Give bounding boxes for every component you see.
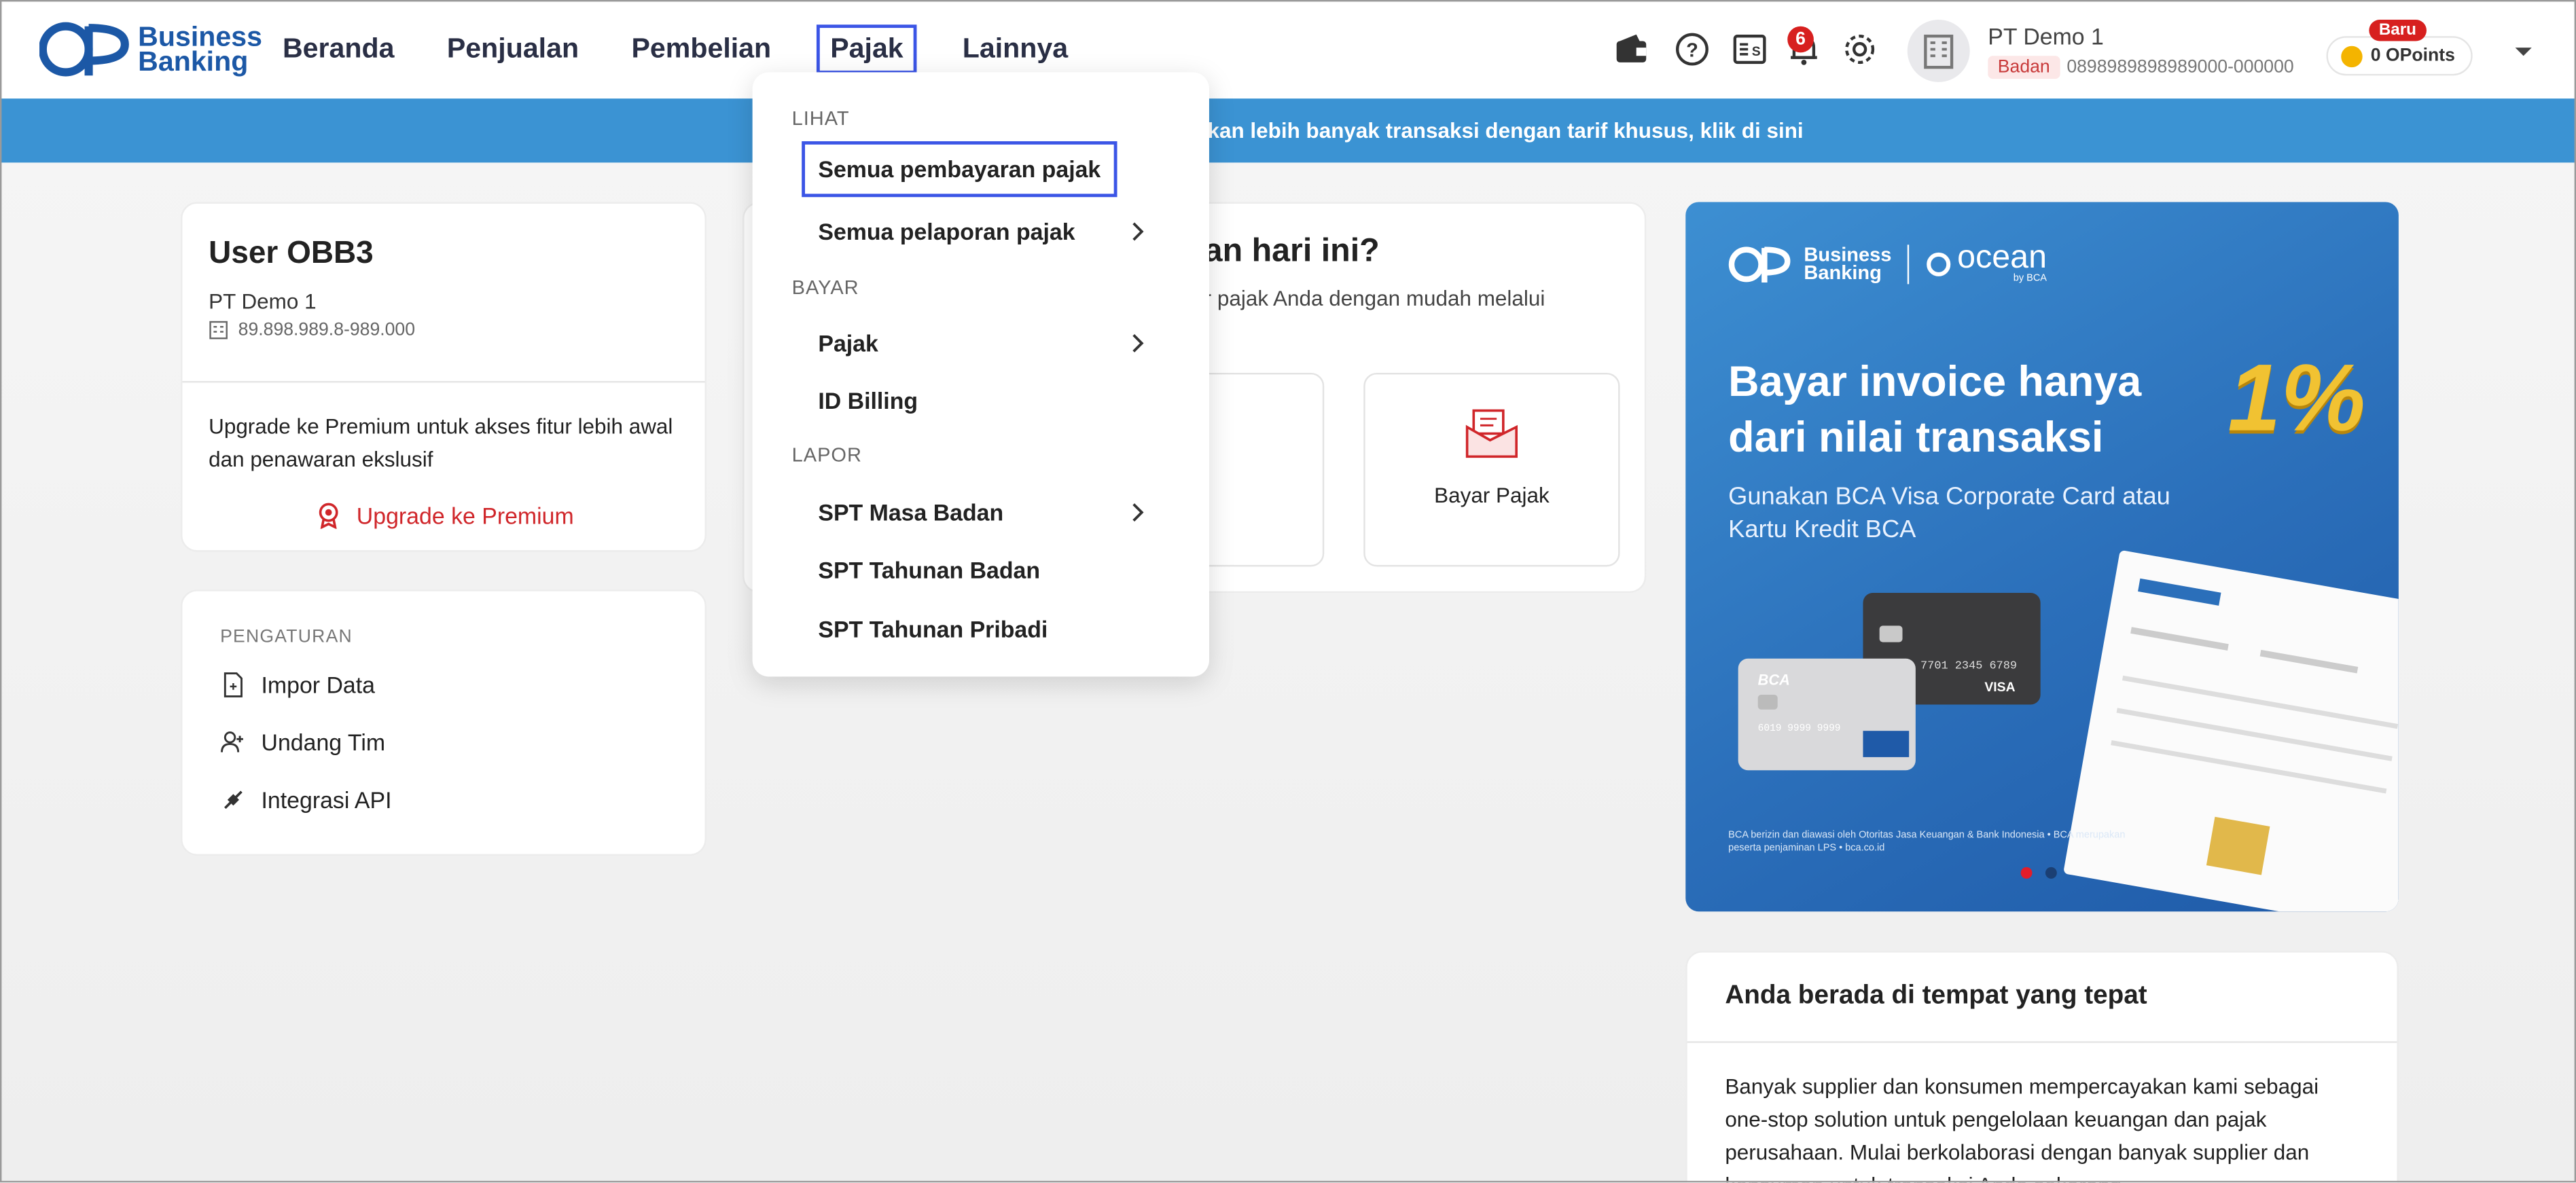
gear-icon[interactable] [1842,31,1878,67]
promo-text: kan lebih banyak transaksi dengan tarif … [1207,118,1804,143]
nav-pembelian[interactable]: Pembelian [625,26,778,73]
promo-banner: kan lebih banyak transaksi dengan tarif … [0,98,2576,163]
app-root: Business Banking Beranda Penjualan Pembe… [0,0,2576,1183]
settings-title: PENGATURAN [220,627,353,647]
quick-actions-subtitle: r pajak Anda dengan mudah melalui [1204,285,1545,311]
badge-icon [319,503,338,529]
user-company: PT Demo 1 [209,289,317,314]
divider [1687,1041,2397,1043]
menu-semua-pembayaran-pajak[interactable]: Semua pembayaran pajak [802,141,1117,198]
promo-link[interactable]: di sini [1742,118,1804,143]
nav-beranda[interactable]: Beranda [276,26,401,73]
settings-item-undang-tim[interactable]: Undang Tim [220,729,385,755]
menu-spt-tahunan-badan[interactable]: SPT Tahunan Badan [818,557,1040,583]
menu-semua-pelaporan-pajak[interactable]: Semua pelaporan pajak [818,219,1075,245]
settings-item-integrasi-api[interactable]: Integrasi API [220,786,392,813]
svg-text:BCA: BCA [1758,671,1790,688]
menu-id-billing[interactable]: ID Billing [818,388,918,414]
user-name: User OBB3 [209,236,374,272]
card-illustration: 4773 7701 2345 6789 VISA BCA 6019 9999 9… [1738,550,2399,912]
section-lapor: LAPOR [791,443,862,467]
import-file-icon [223,672,243,697]
notification-badge: 6 [1787,26,1814,53]
business-banking-logo[interactable]: Business Banking [39,20,262,79]
upgrade-description: Upgrade ke Premium untuk akses fitur leb… [209,414,673,472]
info-body: Banyak supplier dan konsumen mempercayak… [1725,1074,2319,1183]
quick-actions-heading: an hari ini? [1204,233,1380,270]
company-name[interactable]: PT Demo 1 [1988,23,2104,50]
menu-spt-tahunan-pribadi[interactable]: SPT Tahunan Pribadi [818,616,1048,642]
promo-carousel[interactable]: Business Banking ocean by BCA Bayar invo… [1685,202,2399,912]
svg-text:6019 9999 9999: 6019 9999 9999 [1758,723,1841,734]
points-value: 0 OPoints [2370,46,2455,66]
section-lihat: LIHAT [791,107,850,130]
op-logo-icon [39,22,129,77]
chevron-down-icon[interactable] [2514,46,2533,59]
plug-icon [224,790,243,809]
chevron-right-icon [1132,503,1144,522]
user-card: User OBB3 PT Demo 1 89.898.989.8-989.000… [181,202,706,552]
carousel-dot[interactable] [2045,867,2057,879]
bayar-pajak-label: Bayar Pajak [1434,483,1550,508]
carousel-dots [2020,867,2071,879]
chevron-right-icon [1132,222,1144,241]
top-navigation: Business Banking Beranda Penjualan Pembe… [0,0,2576,99]
bayar-pajak-tile[interactable]: Bayar Pajak [1363,372,1620,567]
svg-text:VISA: VISA [1984,680,2015,695]
logo-text: Business Banking [138,21,262,77]
upgrade-premium-button[interactable]: Upgrade ke Premium [317,503,574,529]
tax-payment-icon [1465,409,1518,458]
company-type-badge: Badan [1988,56,2060,79]
company-avatar[interactable] [1907,20,1970,82]
building-icon [209,321,228,340]
pajak-dropdown-menu: LIHAT Semua pembayaran pajak Semua pelap… [752,72,1209,677]
user-npwp: 89.898.989.8-989.000 [209,321,415,340]
new-badge: Baru [2369,20,2427,41]
section-bayar: BAYAR [791,276,859,299]
svg-text:S: S [1752,44,1761,59]
menu-spt-masa-badan[interactable]: SPT Masa Badan [818,499,1003,526]
settings-item-impor-data[interactable]: Impor Data [220,672,375,698]
nav-penjualan[interactable]: Penjualan [440,26,586,73]
tax-document-icon[interactable]: S [1732,31,1768,67]
divider [182,381,705,383]
chevron-right-icon [1132,333,1144,352]
nav-lainnya[interactable]: Lainnya [956,26,1075,73]
points-button[interactable]: 0 OPoints [2326,36,2473,76]
wallet-icon[interactable] [1613,31,1649,67]
svg-text:?: ? [1686,39,1698,61]
building-icon [1924,35,1954,69]
add-user-icon [221,731,243,752]
help-icon[interactable]: ? [1674,31,1710,67]
company-id: 0898989898989000-000000 [2067,57,2294,77]
info-card: Anda berada di tempat yang tepat Banyak … [1685,951,2399,1183]
menu-pajak[interactable]: Pajak [818,330,878,357]
settings-card: PENGATURAN Impor Data Undang Tim Integra… [181,589,706,856]
info-title: Anda berada di tempat yang tepat [1725,982,2147,1011]
ad-footnote: BCA berizin dan diawasi oleh Otoritas Ja… [1728,831,2126,854]
carousel-dot-active[interactable] [2020,867,2033,879]
coin-icon [2341,45,2363,67]
nav-pajak[interactable]: Pajak [817,24,917,74]
